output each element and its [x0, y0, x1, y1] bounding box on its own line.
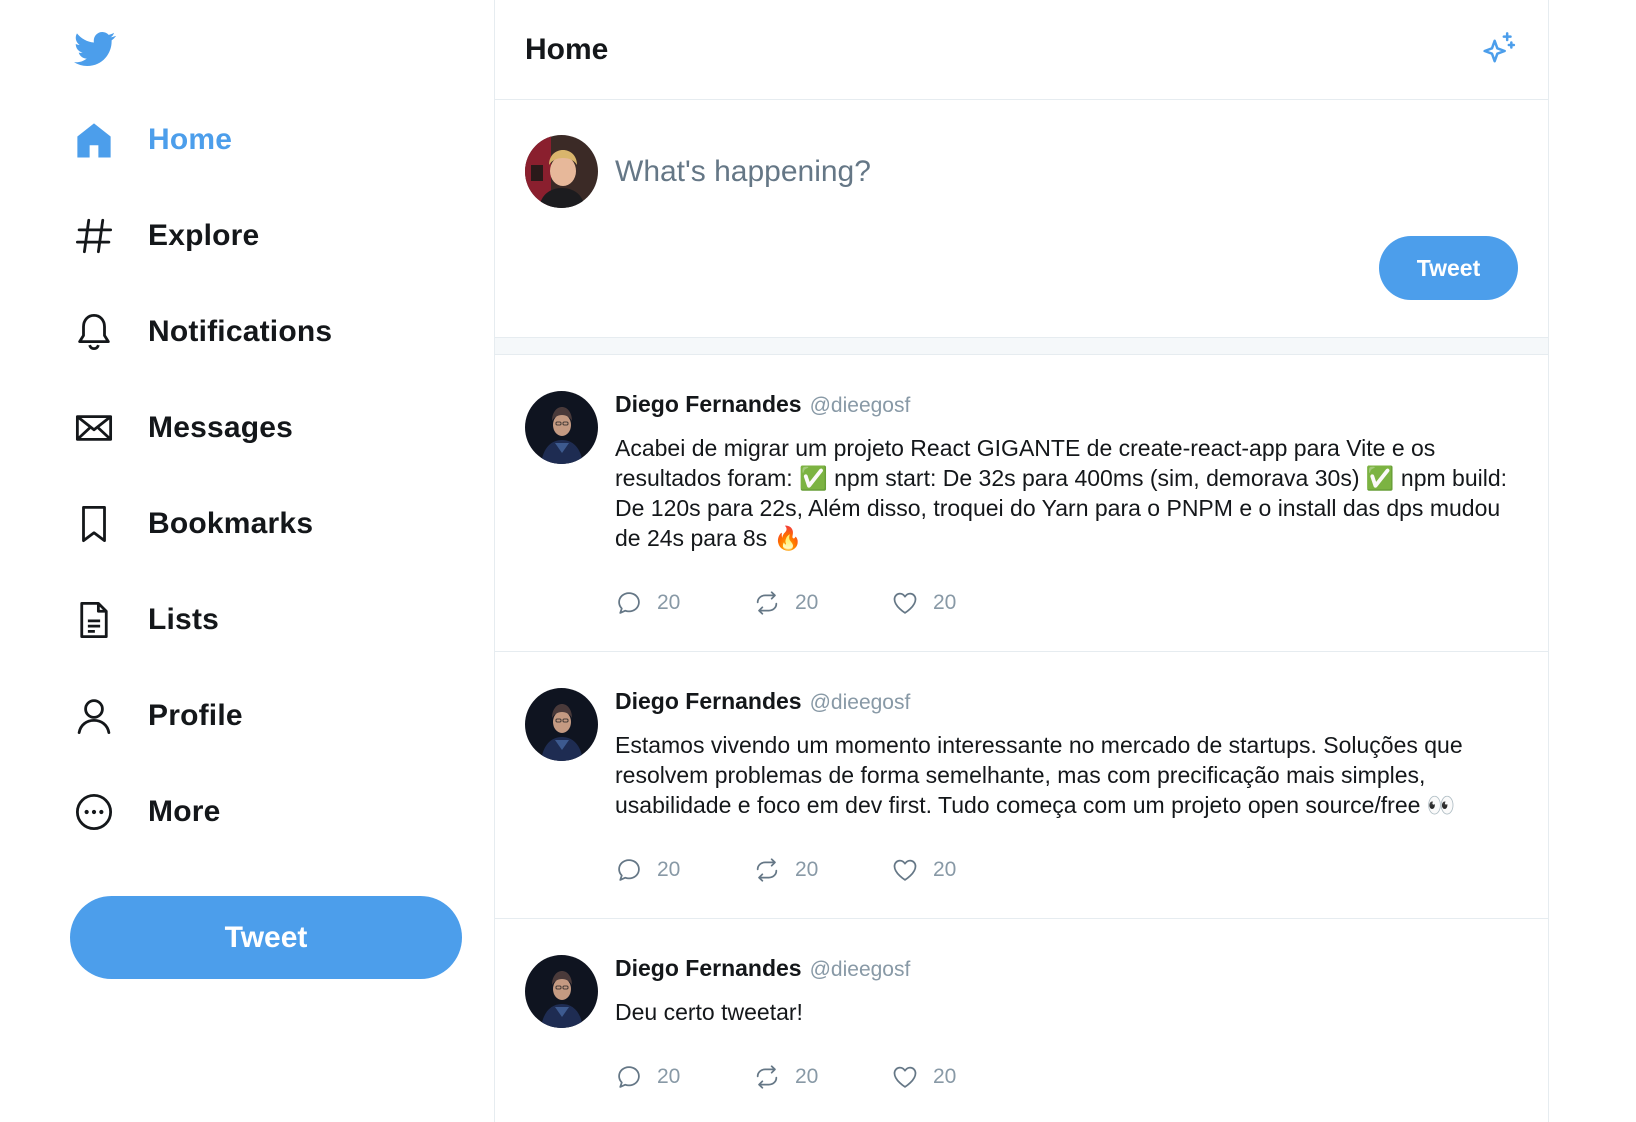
- app: Home Explore Notifications Messages Book…: [0, 0, 1636, 1122]
- retweet-icon: [756, 1065, 778, 1089]
- hashtag-icon: [72, 214, 116, 258]
- nav-item-bookmarks[interactable]: Bookmarks: [72, 500, 332, 548]
- nav-label-home: Home: [148, 123, 233, 156]
- retweet-button[interactable]: 20: [753, 1063, 891, 1091]
- retweet-button[interactable]: 20: [753, 589, 891, 617]
- main-navigation: Home Explore Notifications Messages Book…: [72, 116, 332, 884]
- compose-tweet-button[interactable]: Tweet: [1379, 236, 1518, 300]
- author-avatar[interactable]: [525, 688, 598, 761]
- bookmark-icon: [72, 502, 116, 546]
- nav-item-more[interactable]: More: [72, 788, 332, 836]
- retweet-icon: [756, 591, 778, 615]
- nav-item-notifications[interactable]: Notifications: [72, 308, 332, 356]
- compose-input[interactable]: [615, 148, 1495, 196]
- timeline: Home Tweet: [494, 0, 1549, 1122]
- comment-icon: [618, 1066, 640, 1088]
- tweet-composer: Tweet: [495, 100, 1548, 337]
- tweet[interactable]: Diego Fernandes @dieegosf Estamos vivend…: [495, 652, 1548, 919]
- author-avatar[interactable]: [525, 955, 598, 1028]
- reply-button[interactable]: 20: [615, 1063, 753, 1091]
- reply-count: 20: [657, 591, 681, 614]
- like-count: 20: [933, 591, 957, 614]
- comment-icon: [618, 859, 640, 881]
- nav-label-messages: Messages: [148, 411, 294, 444]
- nav-label-lists: Lists: [148, 603, 220, 636]
- like-count: 20: [933, 858, 957, 881]
- reply-count: 20: [657, 858, 681, 881]
- like-button[interactable]: 20: [891, 589, 1029, 617]
- tweet-actions: 20 20 20: [615, 850, 1518, 890]
- more-circle-icon: [72, 790, 116, 834]
- reply-count: 20: [657, 1065, 681, 1088]
- author-handle[interactable]: @dieegosf: [810, 958, 911, 982]
- tweet-header: Diego Fernandes @dieegosf: [615, 955, 1518, 985]
- sparkle-icon[interactable]: [1478, 30, 1518, 70]
- tweet[interactable]: Diego Fernandes @dieegosf Deu certo twee…: [495, 919, 1548, 1122]
- retweet-count: 20: [795, 1065, 819, 1088]
- nav-label-notifications: Notifications: [148, 315, 333, 348]
- nav-item-home[interactable]: Home: [72, 116, 332, 164]
- timeline-header: Home: [495, 0, 1548, 100]
- feed-separator: [495, 337, 1548, 355]
- current-user-avatar[interactable]: [525, 135, 598, 208]
- home-icon: [72, 118, 116, 162]
- tweet-text: Deu certo tweetar!: [615, 999, 803, 1025]
- sidebar-tweet-button[interactable]: Tweet: [70, 896, 462, 979]
- nav-item-messages[interactable]: Messages: [72, 404, 332, 452]
- tweet-actions: 20 20 20: [615, 1057, 1518, 1097]
- list-document-icon: [72, 598, 116, 642]
- reply-button[interactable]: 20: [615, 589, 753, 617]
- retweet-count: 20: [795, 591, 819, 614]
- heart-icon: [893, 592, 917, 614]
- user-icon: [72, 694, 116, 738]
- nav-item-lists[interactable]: Lists: [72, 596, 332, 644]
- retweet-icon: [756, 858, 778, 882]
- like-button[interactable]: 20: [891, 1063, 1029, 1091]
- comment-icon: [618, 592, 640, 614]
- twitter-bird-icon[interactable]: [72, 28, 118, 70]
- author-handle[interactable]: @dieegosf: [810, 394, 911, 418]
- tweet-actions: 20 20 20: [615, 583, 1518, 623]
- sidebar: Home Explore Notifications Messages Book…: [0, 0, 494, 1122]
- author-name[interactable]: Diego Fernandes: [615, 688, 802, 715]
- tweet-text: Acabei de migrar um projeto React GIGANT…: [615, 435, 1508, 551]
- nav-label-bookmarks: Bookmarks: [148, 507, 314, 540]
- author-avatar[interactable]: [525, 391, 598, 464]
- tweet-text: Estamos vivendo um momento interessante …: [615, 732, 1463, 818]
- reply-button[interactable]: 20: [615, 856, 753, 884]
- bell-icon: [72, 310, 116, 354]
- nav-label-more: More: [148, 795, 221, 828]
- heart-icon: [893, 1066, 917, 1088]
- heart-icon: [893, 859, 917, 881]
- tweet-header: Diego Fernandes @dieegosf: [615, 688, 1518, 718]
- like-count: 20: [933, 1065, 957, 1088]
- author-name[interactable]: Diego Fernandes: [615, 391, 802, 418]
- author-handle[interactable]: @dieegosf: [810, 691, 911, 715]
- author-name[interactable]: Diego Fernandes: [615, 955, 802, 982]
- like-button[interactable]: 20: [891, 856, 1029, 884]
- nav-item-profile[interactable]: Profile: [72, 692, 332, 740]
- page-title: Home: [525, 32, 609, 66]
- nav-label-profile: Profile: [148, 699, 243, 732]
- nav-item-explore[interactable]: Explore: [72, 212, 332, 260]
- nav-label-explore: Explore: [148, 219, 260, 252]
- retweet-count: 20: [795, 858, 819, 881]
- envelope-icon: [72, 406, 116, 450]
- tweet-header: Diego Fernandes @dieegosf: [615, 391, 1518, 421]
- retweet-button[interactable]: 20: [753, 856, 891, 884]
- tweet[interactable]: Diego Fernandes @dieegosf Acabei de migr…: [495, 355, 1548, 652]
